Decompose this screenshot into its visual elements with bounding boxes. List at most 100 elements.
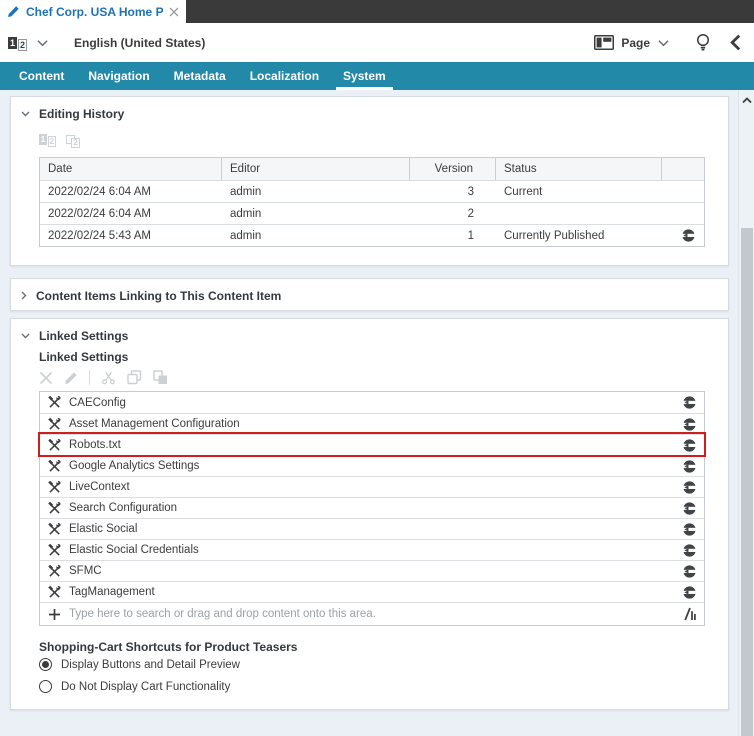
editing-history-table: Date Editor Version Status 2022/02/24 6:… [39, 157, 705, 247]
radio-display-buttons[interactable]: Display Buttons and Detail Preview [39, 658, 240, 671]
column-header-date[interactable]: Date [40, 158, 222, 180]
document-tab-strip: Chef Corp. USA Home P… [0, 0, 754, 23]
editor-toolbar: 1 2 English (United States) Page [0, 23, 754, 62]
list-filter-icon[interactable] [683, 607, 696, 621]
shopping-cart-shortcuts-label: Shopping-Cart Shortcuts for Product Teas… [39, 640, 298, 654]
column-header-status[interactable]: Status [496, 158, 662, 180]
list-item[interactable]: SFMC [40, 560, 704, 581]
tab-metadata[interactable]: Metadata [167, 62, 233, 90]
cut-scissors-icon[interactable] [101, 370, 116, 385]
edit-pencil-icon [7, 5, 20, 18]
cell-date: 2022/02/24 5:43 AM [48, 229, 151, 242]
page-layout-icon[interactable] [594, 35, 615, 50]
publication-state-icon [683, 564, 696, 578]
cell-version: 1 [467, 229, 474, 242]
settings-tools-icon [48, 543, 61, 557]
paste-icon[interactable] [153, 370, 168, 385]
linked-settings-list: CAEConfig Asset Management Configuration… [38, 391, 706, 626]
cell-status: Currently Published [504, 229, 605, 242]
cell-editor: admin [230, 229, 262, 242]
column-header-actions [662, 158, 704, 180]
publication-state-icon [683, 438, 696, 452]
list-item[interactable]: LiveContext [40, 476, 704, 497]
publication-state-icon [683, 480, 696, 494]
vertical-scrollbar[interactable] [738, 90, 754, 736]
locale-label: English (United States) [74, 35, 206, 50]
multisite-locale-icon: 1 2 [8, 36, 27, 51]
column-header-version[interactable]: Version [410, 158, 496, 180]
chevron-down-icon [21, 111, 30, 117]
chevron-down-icon[interactable] [37, 39, 48, 47]
edit-pencil-icon[interactable] [64, 371, 78, 385]
table-row[interactable]: 2022/02/24 6:04 AM admin 2 [40, 202, 704, 224]
list-item[interactable]: Elastic Social Credentials [40, 539, 704, 560]
publication-state-icon [683, 585, 696, 599]
tab-system[interactable]: System [336, 62, 393, 90]
list-item-label: CAEConfig [69, 396, 126, 409]
list-item-label: Elastic Social Credentials [69, 544, 199, 556]
section-title: Linked Settings [39, 329, 129, 343]
linked-settings-header[interactable]: Linked Settings [11, 319, 728, 343]
list-item-label: LiveContext [69, 481, 130, 493]
editing-history-toolbar: 1 2 2 [39, 134, 80, 148]
tab-localization[interactable]: Localization [243, 62, 326, 90]
list-item-label: Google Analytics Settings [69, 460, 200, 472]
tab-navigation[interactable]: Navigation [81, 62, 156, 90]
list-item-label: TagManagement [69, 586, 155, 598]
locale-switcher[interactable]: 1 2 [8, 36, 48, 51]
radio-no-cart[interactable]: Do Not Display Cart Functionality [39, 680, 230, 693]
cell-status: Current [504, 185, 543, 198]
lightbulb-icon[interactable] [695, 33, 711, 52]
cell-status [496, 203, 662, 224]
scroll-up-arrow-icon[interactable] [742, 97, 752, 104]
settings-tools-icon [48, 480, 61, 494]
compare-in-tab-icon[interactable]: 2 [66, 134, 80, 148]
table-row[interactable]: 2022/02/24 5:43 AM admin 1 Currently Pub… [40, 224, 704, 246]
tab-content[interactable]: Content [12, 62, 71, 90]
settings-tools-icon [48, 585, 61, 599]
list-item-highlighted[interactable]: Robots.txt [38, 432, 706, 457]
collapse-panel-chevron-icon[interactable] [729, 34, 741, 51]
scrollbar-thumb[interactable] [741, 228, 753, 736]
list-item[interactable]: Asset Management Configuration [40, 413, 704, 434]
editing-history-header[interactable]: Editing History [11, 97, 728, 121]
list-item[interactable]: Search Configuration [40, 497, 704, 518]
form-content-area: Editing History 1 2 2 Date Editor Versio… [0, 90, 754, 736]
copy-icon[interactable] [127, 370, 142, 385]
compare-versions-icon[interactable]: 1 2 [39, 134, 56, 147]
linking-items-header[interactable]: Content Items Linking to This Content It… [11, 279, 728, 312]
radio-unselected-icon[interactable] [39, 680, 52, 693]
remove-icon[interactable] [39, 371, 53, 385]
cell-editor: admin [230, 185, 262, 198]
list-item[interactable]: Google Analytics Settings [40, 455, 704, 476]
list-item-label: Search Configuration [69, 502, 178, 514]
publication-state-icon [683, 543, 696, 557]
settings-tools-icon [48, 501, 61, 515]
list-item-label: Asset Management Configuration [69, 418, 240, 430]
radio-selected-icon[interactable] [39, 658, 52, 671]
view-mode-label: Page [621, 35, 650, 50]
add-plus-icon [48, 608, 61, 621]
publication-state-icon [683, 522, 696, 536]
view-mode-chevron-icon[interactable] [658, 39, 669, 47]
settings-tools-icon [48, 522, 61, 536]
publication-state-icon [682, 229, 695, 242]
document-tab[interactable]: Chef Corp. USA Home P… [0, 0, 186, 23]
settings-tools-icon [48, 564, 61, 578]
cell-version: 3 [467, 185, 474, 198]
table-row[interactable]: 2022/02/24 6:04 AM admin 3 Current [40, 180, 704, 202]
document-tab-title: Chef Corp. USA Home P… [26, 4, 163, 19]
toolbar-divider [89, 370, 90, 385]
chevron-down-icon [21, 333, 30, 339]
content-search-input[interactable] [69, 608, 675, 620]
list-item[interactable]: TagManagement [40, 581, 704, 602]
close-tab-icon[interactable] [169, 7, 179, 17]
linked-settings-field-label: Linked Settings [39, 350, 129, 364]
settings-tools-icon [48, 438, 61, 452]
editing-history-panel: Editing History 1 2 2 Date Editor Versio… [10, 96, 729, 266]
column-header-editor[interactable]: Editor [222, 158, 410, 180]
list-item[interactable]: CAEConfig [40, 392, 704, 413]
list-item[interactable]: Elastic Social [40, 518, 704, 539]
linked-settings-toolbar [39, 370, 168, 385]
settings-tools-icon [48, 417, 61, 431]
